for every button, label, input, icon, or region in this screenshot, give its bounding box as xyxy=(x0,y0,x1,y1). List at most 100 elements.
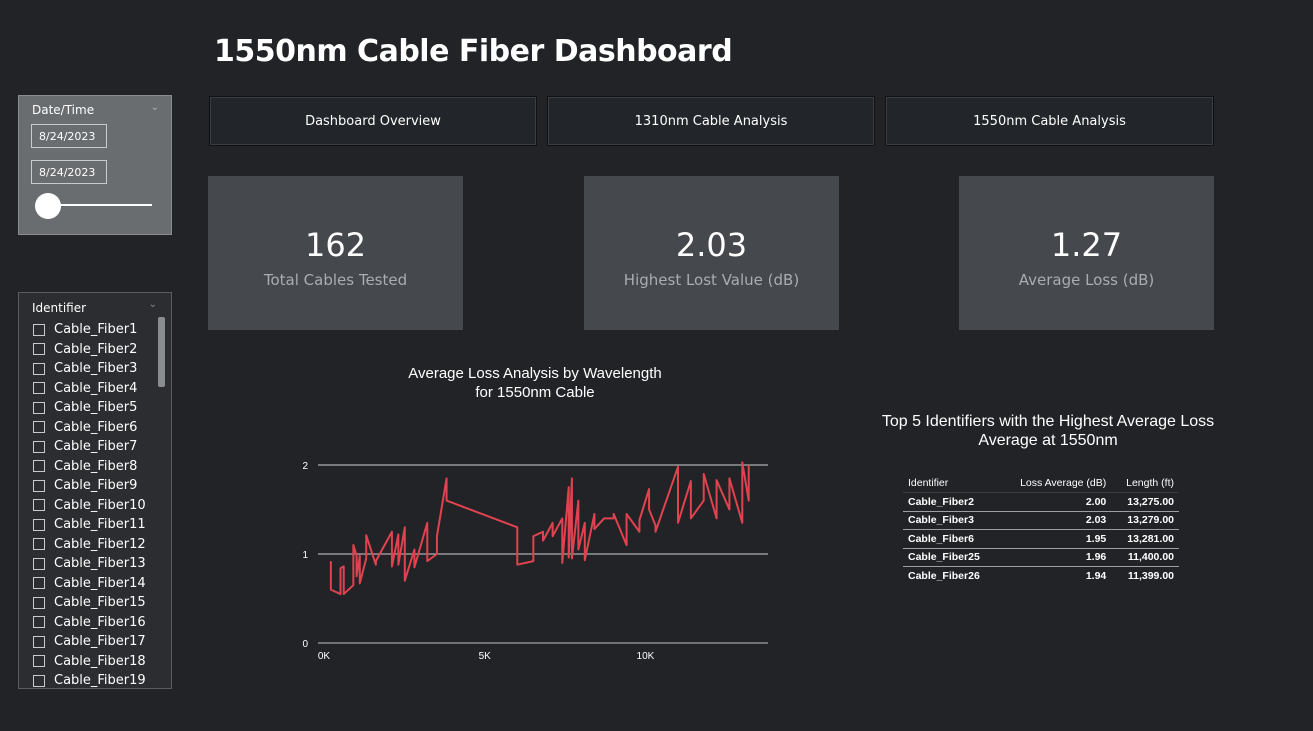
x-tick-label: 0K xyxy=(318,651,331,662)
table-cell: 13,279.00 xyxy=(1111,511,1179,530)
table-row[interactable]: Cable_Fiber6 1.95 13,281.00 xyxy=(903,529,1179,549)
checkbox[interactable] xyxy=(33,460,45,473)
date-slicer: Date/Time ⌄ 8/24/2023 8/24/2023 xyxy=(18,95,172,235)
checkbox[interactable] xyxy=(33,382,45,395)
table-row[interactable]: Cable_Fiber2 2.00 13,275.00 xyxy=(903,492,1179,512)
chart-title: Average Loss Analysis by Wavelength for … xyxy=(340,364,730,402)
loss-line-chart[interactable]: 0 1 2 0K 5K 10K xyxy=(290,450,780,670)
column-header[interactable]: Identifier xyxy=(903,474,999,493)
checkbox[interactable] xyxy=(33,538,45,551)
list-item-label: Cable_Fiber8 xyxy=(54,458,138,474)
list-item[interactable]: Cable_Fiber7 xyxy=(33,437,146,457)
page-title: 1550nm Cable Fiber Dashboard xyxy=(214,34,733,69)
date-slicer-header: Date/Time xyxy=(32,103,95,117)
list-item[interactable]: Cable_Fiber5 xyxy=(33,398,146,418)
average-loss-card: 1.27 Average Loss (dB) xyxy=(959,176,1214,330)
identifier-slicer: Identifier ⌄ Cable_Fiber1 Cable_Fiber2 Cab… xyxy=(18,292,172,689)
table-cell: 2.00 xyxy=(998,492,1112,512)
date-slider-track[interactable] xyxy=(49,204,152,206)
list-item[interactable]: Cable_Fiber9 xyxy=(33,476,146,496)
tab-1550nm-analysis[interactable]: 1550nm Cable Analysis xyxy=(885,96,1214,146)
table-cell: 11,400.00 xyxy=(1111,548,1179,567)
y-tick-label: 0 xyxy=(302,639,308,650)
list-item[interactable]: Cable_Fiber3 xyxy=(33,359,146,379)
table-cell: Cable_Fiber2 xyxy=(903,492,999,512)
column-header[interactable]: Loss Average (dB) xyxy=(998,474,1112,493)
table-row[interactable]: Cable_Fiber25 1.96 11,400.00 xyxy=(903,548,1179,567)
table-cell: 11,399.00 xyxy=(1127,569,1174,582)
column-header[interactable]: Length (ft) xyxy=(1111,474,1179,493)
list-item-label: Cable_Fiber15 xyxy=(54,595,146,611)
list-item-label: Cable_Fiber2 xyxy=(54,341,138,357)
list-item-label: Cable_Fiber5 xyxy=(54,400,138,416)
checkbox[interactable] xyxy=(33,343,45,356)
checkbox[interactable] xyxy=(33,674,45,687)
end-date-input[interactable]: 8/24/2023 xyxy=(31,160,107,184)
card-label: Total Cables Tested xyxy=(263,271,408,289)
identifier-slicer-header: Identifier xyxy=(32,301,87,315)
list-item[interactable]: Cable_Fiber4 xyxy=(33,379,146,399)
list-item-label: Cable_Fiber12 xyxy=(54,536,146,552)
list-item[interactable]: Cable_Fiber14 xyxy=(33,574,146,594)
checkbox[interactable] xyxy=(33,401,45,414)
card-label: Highest Lost Value (dB) xyxy=(623,271,800,289)
table-cell: 2.03 xyxy=(998,511,1112,530)
list-item[interactable]: Cable_Fiber16 xyxy=(33,613,146,633)
list-item-label: Cable_Fiber4 xyxy=(54,380,138,396)
checkbox[interactable] xyxy=(33,655,45,668)
tab-1310nm-analysis[interactable]: 1310nm Cable Analysis xyxy=(547,96,875,146)
card-label: Average Loss (dB) xyxy=(1018,271,1155,289)
list-item[interactable]: Cable_Fiber1 xyxy=(33,320,146,340)
date-slider-handle[interactable] xyxy=(35,193,61,219)
list-item[interactable]: Cable_Fiber18 xyxy=(33,652,146,672)
series-line xyxy=(329,461,750,596)
identifier-list: Cable_Fiber1 Cable_Fiber2 Cable_Fiber3 Cabl… xyxy=(33,320,146,689)
list-item-label: Cable_Fiber14 xyxy=(54,575,146,591)
list-item[interactable]: Cable_Fiber15 xyxy=(33,593,146,613)
checkbox[interactable] xyxy=(33,421,45,434)
scrollbar[interactable] xyxy=(158,317,165,387)
list-item-label: Cable_Fiber10 xyxy=(54,497,146,513)
list-item-label: Cable_Fiber11 xyxy=(54,517,146,533)
list-item[interactable]: Cable_Fiber2 xyxy=(33,340,146,360)
chevron-down-icon[interactable]: ⌄ xyxy=(149,299,157,310)
card-value: 1.27 xyxy=(1050,226,1123,264)
checkbox[interactable] xyxy=(33,635,45,648)
list-item[interactable]: Cable_Fiber11 xyxy=(33,515,146,535)
list-item-label: Cable_Fiber19 xyxy=(54,673,146,689)
checkbox[interactable] xyxy=(33,518,45,531)
list-item-label: Cable_Fiber17 xyxy=(54,634,146,650)
list-item[interactable]: Cable_Fiber17 xyxy=(33,632,146,652)
list-item[interactable]: Cable_Fiber19 xyxy=(33,671,146,689)
list-item[interactable]: Cable_Fiber6 xyxy=(33,418,146,438)
table-cell: 1.96 xyxy=(998,548,1112,567)
checkbox[interactable] xyxy=(33,362,45,375)
table-row[interactable]: Cable_Fiber26 1.94 11,399.00 xyxy=(903,567,1179,585)
list-item-label: Cable_Fiber6 xyxy=(54,419,138,435)
table-title-line: Top 5 Identifiers with the Highest Avera… xyxy=(881,413,1215,430)
checkbox[interactable] xyxy=(33,577,45,590)
total-cables-card: 162 Total Cables Tested xyxy=(208,176,463,330)
table-title: Top 5 Identifiers with the Highest Avera… xyxy=(868,412,1228,450)
table-row[interactable]: Cable_Fiber3 2.03 13,279.00 xyxy=(903,511,1179,530)
start-date-input[interactable]: 8/24/2023 xyxy=(31,124,107,148)
checkbox[interactable] xyxy=(33,557,45,570)
chevron-down-icon[interactable]: ⌄ xyxy=(151,102,159,113)
list-item[interactable]: Cable_Fiber10 xyxy=(33,496,146,516)
checkbox[interactable] xyxy=(33,479,45,492)
card-value: 162 xyxy=(304,226,367,264)
checkbox[interactable] xyxy=(33,440,45,453)
checkbox[interactable] xyxy=(33,323,45,336)
list-item[interactable]: Cable_Fiber12 xyxy=(33,535,146,555)
list-item[interactable]: Cable_Fiber13 xyxy=(33,554,146,574)
x-tick-label: 5K xyxy=(479,651,492,662)
checkbox[interactable] xyxy=(33,499,45,512)
tab-dashboard-overview[interactable]: Dashboard Overview xyxy=(209,96,537,146)
list-item-label: Cable_Fiber7 xyxy=(54,439,138,455)
list-item[interactable]: Cable_Fiber8 xyxy=(33,457,146,477)
checkbox[interactable] xyxy=(33,596,45,609)
list-item-label: Cable_Fiber3 xyxy=(54,361,138,377)
y-tick-label: 2 xyxy=(302,461,308,472)
checkbox[interactable] xyxy=(33,616,45,629)
y-tick-label: 1 xyxy=(302,550,308,561)
